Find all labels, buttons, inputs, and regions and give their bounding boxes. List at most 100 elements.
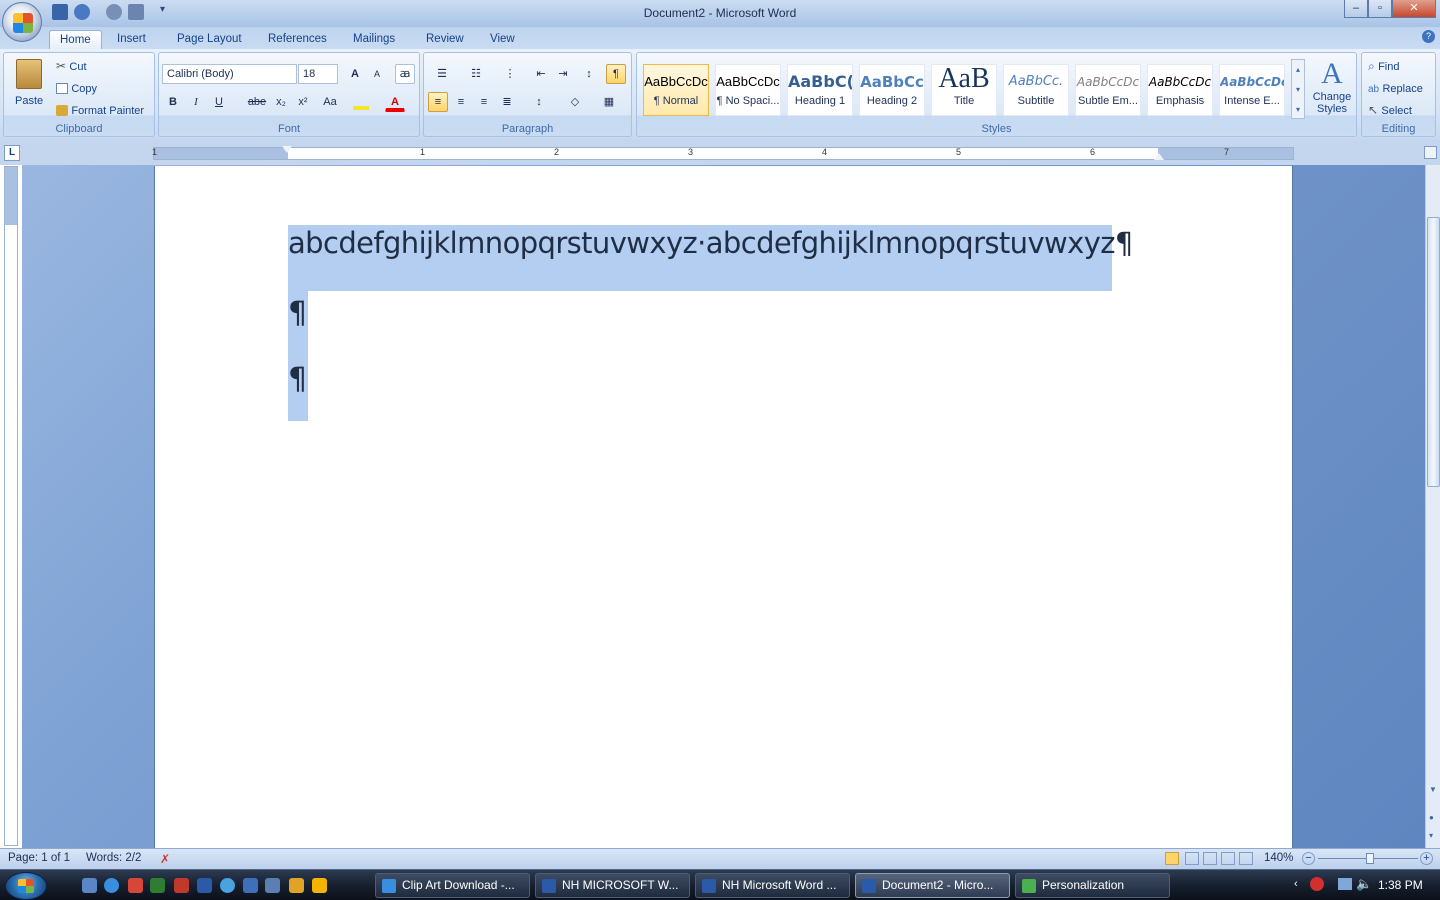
show-marks-button[interactable]: ¶	[606, 64, 626, 84]
superscript-button[interactable]: x²	[293, 92, 313, 112]
format-painter-button[interactable]: Format Painter	[56, 103, 144, 117]
font-color-button[interactable]: A	[385, 92, 405, 112]
right-indent-marker-icon[interactable]	[1154, 150, 1164, 160]
copy-button[interactable]: Copy	[56, 81, 97, 95]
paragraph-mark[interactable]: ¶	[288, 362, 307, 397]
borders-icon[interactable]: ▦	[595, 92, 623, 112]
indent-marker-icon[interactable]	[282, 146, 292, 160]
draft-icon[interactable]	[1239, 852, 1253, 865]
app-icon[interactable]	[265, 878, 280, 893]
browse-object-icon[interactable]: ●	[1429, 813, 1434, 822]
app-icon[interactable]	[128, 878, 143, 893]
replace-button[interactable]: ab Replace	[1368, 81, 1423, 95]
customize-qat-icon[interactable]: ▾	[160, 4, 165, 15]
tab-selector-icon[interactable]: L	[4, 145, 20, 161]
bullets-icon[interactable]: ☰	[428, 64, 456, 84]
taskbar-button-clipart[interactable]: Clip Art Download -...	[375, 873, 530, 898]
tray-expand-icon[interactable]: ‹	[1294, 878, 1298, 890]
zoom-slider-thumb[interactable]	[1366, 853, 1374, 864]
styles-scroll[interactable]: ▴ ▾ ▾	[1291, 59, 1305, 119]
vertical-ruler[interactable]	[4, 166, 18, 846]
tab-page-layout[interactable]: Page Layout	[167, 30, 252, 49]
search-icon[interactable]	[220, 878, 235, 893]
highlight-icon[interactable]	[353, 94, 369, 110]
show-desktop-icon[interactable]	[82, 878, 97, 893]
proofing-icon[interactable]: ✗	[160, 852, 170, 866]
style-gallery-item[interactable]: AaBbCcDc Emphasis	[1147, 64, 1213, 116]
vertical-scrollbar[interactable]: ▼ ● ▾	[1425, 165, 1440, 848]
paste-button[interactable]: Paste	[12, 57, 48, 107]
taskbar-button-personalization[interactable]: Personalization	[1015, 873, 1170, 898]
excel-icon[interactable]	[150, 878, 165, 893]
network-icon[interactable]	[1338, 878, 1352, 890]
clock[interactable]: 1:38 PM	[1378, 878, 1423, 892]
tab-insert[interactable]: Insert	[107, 30, 156, 49]
document-text-line[interactable]: abcdefghijklmnopqrstuvwxyz·abcdefghijklm…	[288, 226, 1133, 260]
grow-font-button[interactable]: A	[345, 64, 365, 84]
page-count[interactable]: Page: 1 of 1	[8, 852, 70, 864]
font-family-select[interactable]: Calibri (Body)	[162, 64, 297, 84]
taskbar-button-nh-word-2[interactable]: NH Microsoft Word ...	[695, 873, 850, 898]
media-player-icon[interactable]	[312, 878, 327, 893]
select-button[interactable]: ↖ Select	[1368, 103, 1412, 117]
full-screen-reading-icon[interactable]	[1185, 852, 1199, 865]
horizontal-ruler[interactable]: 1 1 2 3 4 5 6 7	[152, 146, 1294, 160]
word-count[interactable]: Words: 2/2	[86, 852, 141, 864]
office-button[interactable]	[2, 2, 42, 42]
bold-button[interactable]: B	[163, 92, 183, 112]
start-button[interactable]	[5, 872, 47, 900]
view-ruler-icon[interactable]	[1424, 146, 1437, 159]
cut-button[interactable]: ✂ Cut	[56, 59, 87, 73]
style-gallery-item[interactable]: AaBbCcDc Subtle Em...	[1075, 64, 1141, 116]
tab-mailings[interactable]: Mailings	[343, 30, 405, 49]
shrink-font-button[interactable]: A	[367, 64, 387, 84]
scrollbar-thumb[interactable]	[1427, 217, 1440, 487]
tab-review[interactable]: Review	[416, 30, 474, 49]
save-icon[interactable]	[52, 4, 68, 20]
zoom-level[interactable]: 140%	[1264, 852, 1293, 864]
taskbar-button-document2[interactable]: Document2 - Micro...	[855, 873, 1010, 898]
find-button[interactable]: ⌕ Find	[1368, 59, 1399, 74]
internet-explorer-icon[interactable]	[104, 878, 119, 893]
underline-button[interactable]: U	[209, 92, 229, 112]
tab-view[interactable]: View	[480, 30, 525, 49]
style-gallery-item[interactable]: AaBbCcDc Intense E...	[1219, 64, 1285, 116]
multilevel-list-icon[interactable]: ⋮	[496, 64, 524, 84]
taskbar-button-nh-word-1[interactable]: NH MICROSOFT W...	[535, 873, 690, 898]
numbering-icon[interactable]: ☷	[462, 64, 490, 84]
print-layout-icon[interactable]	[1165, 852, 1179, 865]
next-page-icon[interactable]: ▾	[1429, 831, 1433, 840]
align-right-icon[interactable]: ≡	[474, 92, 494, 112]
italic-button[interactable]: I	[186, 92, 206, 112]
increase-indent-icon[interactable]: ⇥	[553, 64, 573, 84]
decrease-indent-icon[interactable]: ⇤	[531, 64, 551, 84]
style-gallery-item[interactable]: AaBbCc Heading 2	[859, 64, 925, 116]
change-case-button[interactable]: Aa	[317, 92, 343, 112]
line-spacing-icon[interactable]: ↕	[526, 92, 552, 112]
change-styles-button[interactable]: A Change Styles	[1309, 57, 1355, 121]
word-icon[interactable]	[197, 878, 212, 893]
style-gallery-item[interactable]: AaB Title	[931, 64, 997, 116]
style-gallery-item[interactable]: AaBbCc. Subtitle	[1003, 64, 1069, 116]
clear-formatting-icon[interactable]: ꜳ	[395, 64, 415, 84]
redo-icon[interactable]	[106, 4, 122, 20]
scroll-down-icon[interactable]: ▼	[1429, 785, 1437, 794]
undo-icon[interactable]	[74, 4, 90, 20]
close-button[interactable]: ✕	[1392, 0, 1436, 18]
justify-icon[interactable]: ≣	[497, 92, 517, 112]
zoom-in-icon[interactable]: +	[1420, 852, 1433, 865]
subscript-button[interactable]: x₂	[271, 92, 291, 112]
app-icon[interactable]	[289, 878, 304, 893]
style-gallery-item[interactable]: AaBbC(Heading 1	[787, 64, 853, 116]
style-gallery-item[interactable]: AaBbCcDc ¶ No Spaci...	[715, 64, 781, 116]
print-preview-icon[interactable]	[128, 4, 144, 20]
tab-home[interactable]: Home	[49, 30, 102, 49]
app-icon[interactable]	[243, 878, 258, 893]
sort-icon[interactable]: ↕	[579, 64, 599, 84]
align-left-icon[interactable]: ≡	[428, 92, 448, 112]
tray-app-icon[interactable]	[1310, 877, 1324, 891]
volume-icon[interactable]: 🔈	[1356, 876, 1372, 892]
align-center-icon[interactable]: ≡	[451, 92, 471, 112]
help-icon[interactable]: ?	[1422, 30, 1435, 43]
style-gallery-item[interactable]: AaBbCcDc ¶ Normal	[643, 64, 709, 116]
